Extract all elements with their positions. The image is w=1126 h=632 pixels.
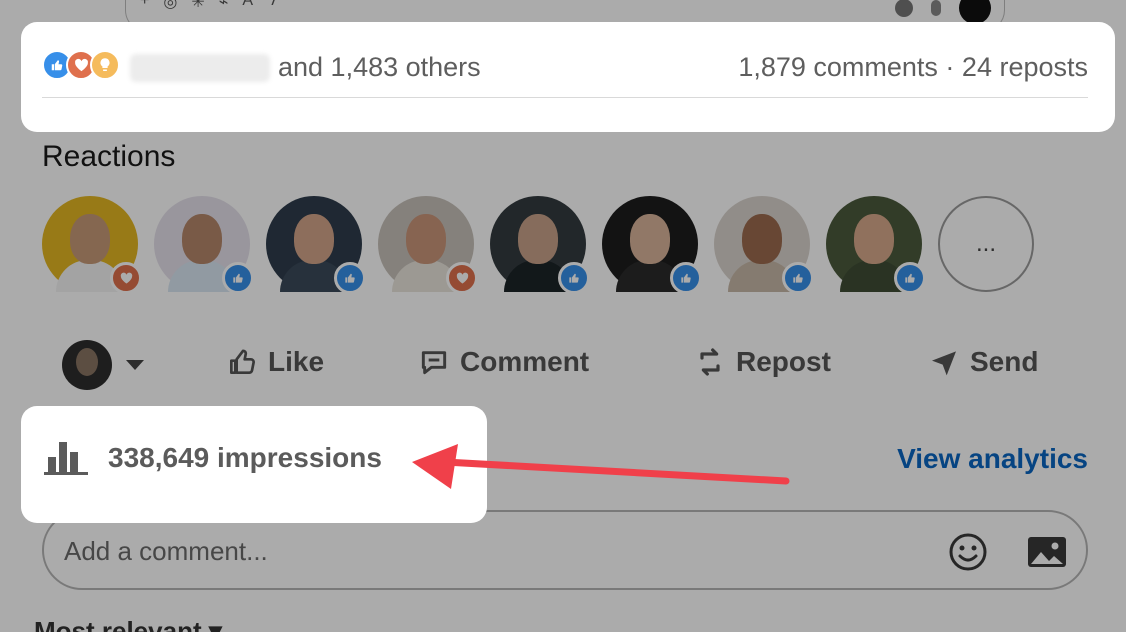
reactor-avatar[interactable] <box>714 196 814 294</box>
comment-label: Comment <box>460 346 590 377</box>
highlight-impressions: 338,649 impressions <box>21 406 487 523</box>
insightful-icon <box>90 50 120 80</box>
reactor-avatar[interactable] <box>154 196 254 294</box>
comment-icon <box>421 351 447 375</box>
repost-label: Repost <box>736 346 831 377</box>
love-icon <box>446 262 478 294</box>
action-bar: Like Comment Repost Send <box>62 336 1052 394</box>
like-button[interactable]: Like <box>226 346 324 378</box>
toolbar-right <box>895 0 991 24</box>
send-label: Send <box>970 346 1039 377</box>
repost-button[interactable]: Repost <box>694 346 831 378</box>
like-icon <box>894 262 926 294</box>
thumbs-up-icon <box>230 349 255 374</box>
record-icon[interactable] <box>895 0 913 17</box>
impressions-row[interactable]: 338,649 impressions <box>44 440 382 476</box>
like-icon <box>670 262 702 294</box>
reactions-heading: Reactions <box>42 140 176 173</box>
bar-chart-icon <box>44 442 88 475</box>
image-icon[interactable] <box>1026 534 1068 570</box>
chart-icon[interactable]: ⌁ <box>219 0 229 12</box>
engagement-counts[interactable]: 1,879 comments · 24 reposts <box>738 52 1088 83</box>
social-counts-row: and 1,483 others 1,879 comments · 24 rep… <box>42 40 1088 98</box>
mic-icon[interactable] <box>931 0 941 16</box>
others-count[interactable]: and 1,483 others <box>278 52 481 83</box>
comment-input[interactable] <box>64 528 884 574</box>
text-icon[interactable]: A <box>242 0 253 12</box>
blurred-name[interactable] <box>130 54 270 82</box>
comment-button[interactable]: Comment <box>418 346 589 378</box>
reactor-avatar[interactable] <box>602 196 702 294</box>
send-button[interactable]: Send <box>928 346 1038 378</box>
sort-dropdown[interactable]: Most relevant ▾ <box>34 616 222 632</box>
send-icon <box>932 351 956 376</box>
like-icon <box>334 262 366 294</box>
actor-avatar[interactable] <box>62 340 112 390</box>
reactor-avatar[interactable] <box>826 196 926 294</box>
chevron-down-icon[interactable] <box>126 360 144 370</box>
impressions-count: 338,649 impressions <box>108 442 382 473</box>
highlight-social-counts: and 1,483 others 1,879 comments · 24 rep… <box>21 22 1115 132</box>
view-analytics-link[interactable]: View analytics <box>897 443 1088 475</box>
globe-icon[interactable]: ◎ <box>163 0 177 12</box>
repost-icon <box>700 348 720 376</box>
like-icon <box>222 262 254 294</box>
link-icon[interactable]: ϟ <box>267 0 275 12</box>
like-icon <box>558 262 590 294</box>
voice-icon[interactable] <box>959 0 991 24</box>
more-reactions-button[interactable]: ... <box>938 196 1034 292</box>
plus-icon[interactable]: + <box>140 0 149 12</box>
reactor-avatar[interactable] <box>378 196 478 294</box>
post-detail-page: + ◎ ✳ ⌁ A ϟ Reactions ... Like Comment R… <box>0 0 1126 632</box>
reactor-avatar[interactable] <box>266 196 366 294</box>
emoji-icon[interactable] <box>948 532 988 572</box>
like-label: Like <box>268 346 325 377</box>
toolbar-icons: + ◎ ✳ ⌁ A ϟ <box>140 0 276 12</box>
like-icon <box>782 262 814 294</box>
reaction-avatars: ... <box>42 196 1034 294</box>
sparkle-icon[interactable]: ✳ <box>191 0 204 12</box>
reactor-avatar[interactable] <box>490 196 590 294</box>
reaction-icon-stack[interactable] <box>42 50 120 80</box>
reactor-avatar[interactable] <box>42 196 142 294</box>
love-icon <box>110 262 142 294</box>
